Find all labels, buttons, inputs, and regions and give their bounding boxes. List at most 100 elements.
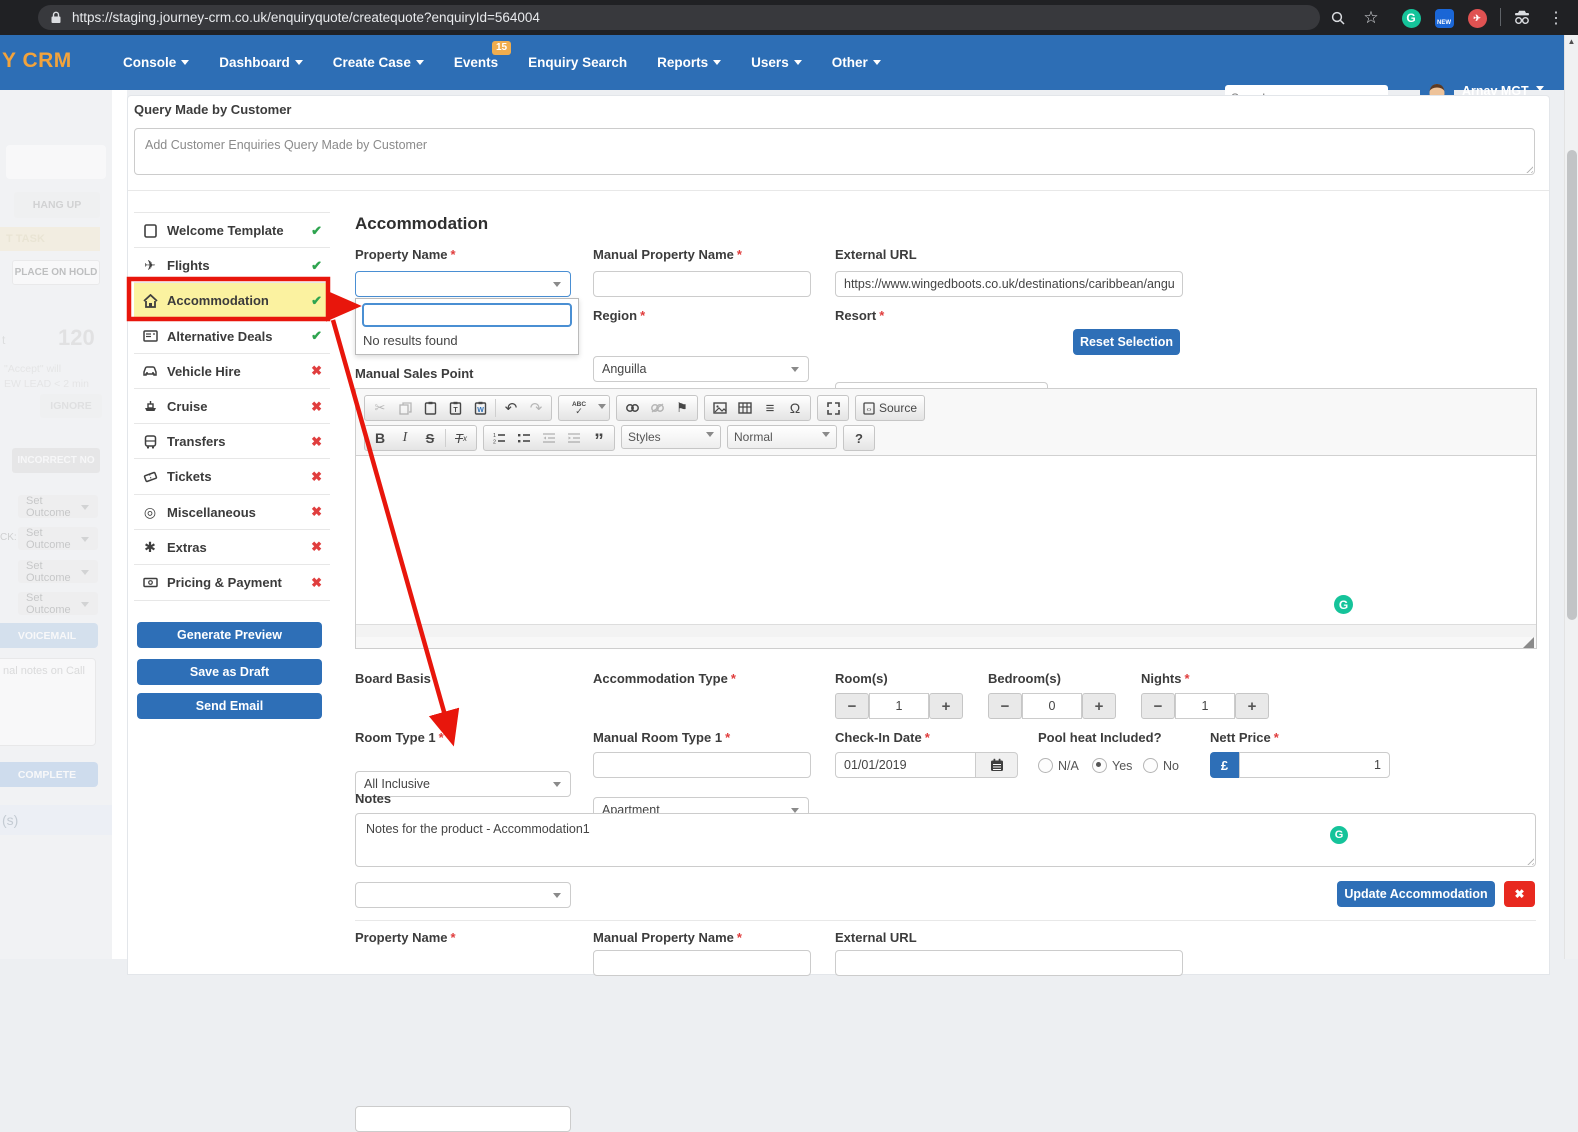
pool-heat-radio-na[interactable]: N/A	[1038, 758, 1079, 773]
radio-icon[interactable]	[1143, 758, 1158, 773]
radio-icon[interactable]	[1038, 758, 1053, 773]
update-accommodation-button[interactable]: Update Accommodation	[1337, 881, 1495, 907]
set-outcome-select[interactable]: Set Outcome	[18, 592, 98, 615]
generate-preview-button[interactable]: Generate Preview	[137, 622, 322, 648]
format-dropdown[interactable]: Normal	[727, 425, 837, 449]
paste-word-icon[interactable]: W	[468, 397, 492, 419]
zoom-icon[interactable]	[1327, 7, 1349, 29]
menu-console[interactable]: Console	[108, 55, 204, 70]
bedrooms-plus-button[interactable]: +	[1082, 693, 1116, 719]
cut-icon[interactable]: ✂	[368, 397, 392, 419]
source-button[interactable]: ‹› Source	[859, 397, 921, 419]
page-scrollbar[interactable]: ▲	[1564, 35, 1578, 959]
unlink-icon[interactable]	[645, 397, 669, 419]
scroll-up-icon[interactable]: ▲	[1565, 35, 1578, 49]
nights-plus-button[interactable]: +	[1235, 693, 1269, 719]
nights-minus-button[interactable]: −	[1141, 693, 1175, 719]
rooms-value[interactable]: 1	[869, 693, 929, 719]
property-name-select[interactable]	[355, 271, 571, 297]
sidebar-item-miscellaneous[interactable]: ◎ Miscellaneous ✖	[134, 494, 330, 530]
incorrect-no-button[interactable]: INCORRECT NO	[12, 448, 100, 473]
redo-icon[interactable]: ↷	[524, 397, 548, 419]
hang-up-button[interactable]: HANG UP	[14, 192, 100, 218]
menu-dashboard[interactable]: Dashboard	[204, 55, 318, 70]
menu-reports[interactable]: Reports	[642, 55, 736, 70]
grammarly-icon[interactable]: G	[1334, 595, 1353, 614]
bookmark-star-icon[interactable]: ☆	[1360, 7, 1382, 29]
bold-icon[interactable]: B	[368, 427, 392, 449]
sidebar-item-accommodation[interactable]: Accommodation ✔	[134, 282, 330, 318]
save-as-draft-button[interactable]: Save as Draft	[137, 659, 322, 685]
copy-icon[interactable]	[393, 397, 417, 419]
grammarly-icon[interactable]: G	[1330, 826, 1348, 844]
special-char-icon[interactable]: Ω	[783, 397, 807, 419]
maximize-icon[interactable]	[821, 397, 845, 419]
external-url-input[interactable]	[835, 271, 1183, 297]
indent-icon[interactable]	[562, 427, 586, 449]
reset-selection-button[interactable]: Reset Selection	[1073, 329, 1180, 355]
menu-other[interactable]: Other	[817, 55, 896, 70]
link-icon[interactable]	[620, 397, 644, 419]
styles-dropdown[interactable]: Styles	[621, 425, 721, 449]
sidebar-item-flights[interactable]: ✈ Flights ✔	[134, 247, 330, 283]
help-button[interactable]: ?	[847, 427, 871, 449]
room-type-select[interactable]	[355, 882, 571, 908]
sidebar-item-transfers[interactable]: Transfers ✖	[134, 423, 330, 459]
set-outcome-select[interactable]: Set Outcome	[18, 527, 98, 550]
rooms-plus-button[interactable]: +	[929, 693, 963, 719]
spellcheck-icon[interactable]: ABC✓	[562, 397, 596, 419]
radio-selected-icon[interactable]	[1092, 758, 1107, 773]
outdent-icon[interactable]	[537, 427, 561, 449]
bulleted-list-icon[interactable]	[512, 427, 536, 449]
query-textarea[interactable]	[134, 128, 1535, 175]
notes-textarea[interactable]: Notes for the product - Accommodation1	[355, 813, 1536, 867]
scrollbar-thumb[interactable]	[1567, 150, 1577, 620]
send-email-button[interactable]: Send Email	[137, 693, 322, 719]
blockquote-icon[interactable]: ”	[587, 423, 611, 453]
editor-resize-handle[interactable]	[1523, 637, 1534, 648]
nights-value[interactable]: 1	[1175, 693, 1235, 719]
region-select[interactable]: Anguilla	[593, 356, 809, 382]
call-notes-textarea[interactable]: nal notes on Call	[0, 658, 96, 746]
remove-product-button[interactable]: ✖	[1504, 881, 1535, 907]
menu-events[interactable]: Events 15	[439, 55, 513, 70]
bedrooms-minus-button[interactable]: −	[988, 693, 1022, 719]
sidebar-item-welcome-template[interactable]: Welcome Template ✔	[134, 212, 330, 248]
external-url-input-2[interactable]	[835, 950, 1183, 976]
italic-icon[interactable]: I	[393, 427, 417, 449]
check-in-date-input[interactable]	[835, 752, 976, 778]
place-on-hold-button[interactable]: PLACE ON HOLD	[12, 260, 100, 285]
undo-icon[interactable]: ↶	[499, 397, 523, 419]
pool-heat-radio-yes[interactable]: Yes	[1092, 758, 1132, 773]
paste-icon[interactable]	[418, 397, 442, 419]
bedrooms-value[interactable]: 0	[1022, 693, 1082, 719]
sidebar-item-tickets[interactable]: Tickets ✖	[134, 458, 330, 494]
grammarly-extension-icon[interactable]: G	[1400, 7, 1422, 29]
sidebar-item-extras[interactable]: ✱ Extras ✖	[134, 529, 330, 565]
editor-hscrollbar[interactable]	[356, 624, 1536, 637]
property-name-select-2[interactable]	[355, 1106, 571, 1132]
menu-users[interactable]: Users	[736, 55, 817, 70]
numbered-list-icon[interactable]: 12	[487, 427, 511, 449]
sidebar-item-pricing-payment[interactable]: Pricing & Payment ✖	[134, 564, 330, 601]
property-search-input[interactable]	[362, 303, 572, 327]
travel-extension-icon[interactable]: ✈	[1466, 7, 1488, 29]
editor-content-area[interactable]	[356, 455, 1536, 624]
complete-button[interactable]: COMPLETE	[0, 762, 98, 787]
rooms-minus-button[interactable]: −	[835, 693, 869, 719]
sidebar-item-cruise[interactable]: Cruise ✖	[134, 388, 330, 424]
anchor-flag-icon[interactable]: ⚑	[670, 397, 694, 419]
ignore-button[interactable]: IGNORE	[40, 394, 102, 418]
remove-format-icon[interactable]: Tx	[449, 427, 473, 449]
menu-enquiry-search[interactable]: Enquiry Search	[513, 55, 642, 70]
set-outcome-select[interactable]: Set Outcome	[18, 560, 98, 583]
address-bar[interactable]: https://staging.journey-crm.co.uk/enquir…	[38, 5, 1320, 30]
table-icon[interactable]	[733, 397, 757, 419]
manual-property-name-input[interactable]	[593, 271, 811, 297]
sidebar-item-vehicle-hire[interactable]: Vehicle Hire ✖	[134, 353, 330, 389]
nett-price-input[interactable]	[1239, 752, 1390, 778]
pool-heat-radio-no[interactable]: No	[1143, 758, 1179, 773]
manual-room-type-input[interactable]	[593, 752, 811, 778]
image-icon[interactable]	[708, 397, 732, 419]
voicemail-button[interactable]: VOICEMAIL	[0, 623, 98, 648]
